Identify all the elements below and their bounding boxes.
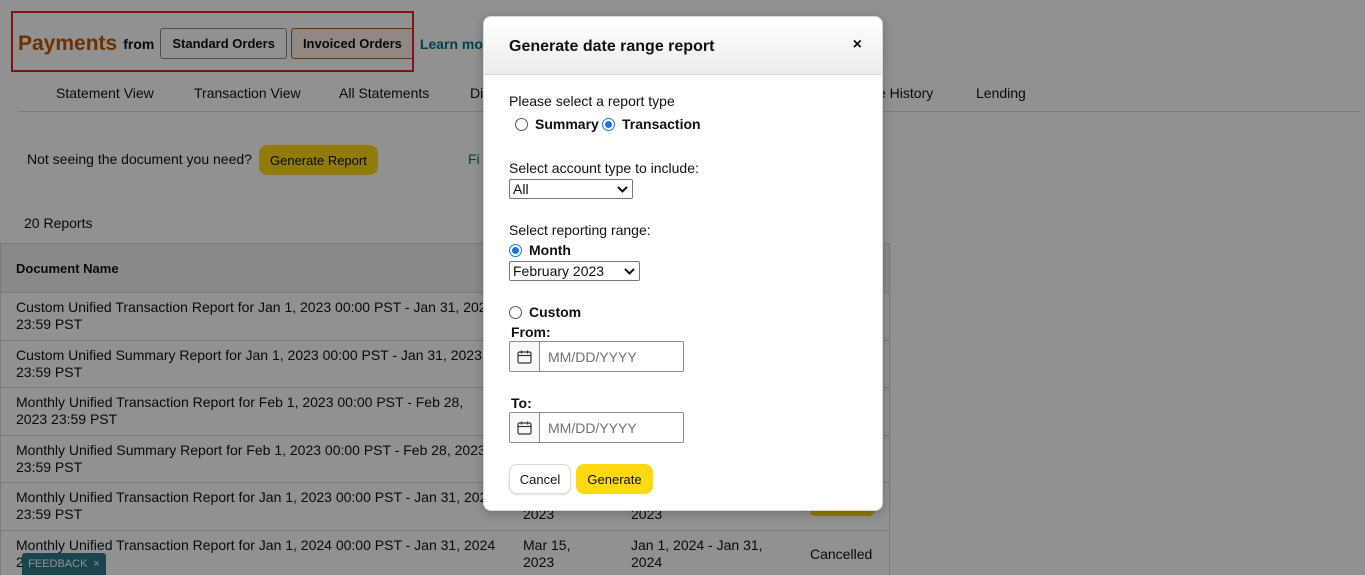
custom-radio-label[interactable]: Custom xyxy=(529,304,581,320)
generate-button[interactable]: Generate xyxy=(576,464,653,494)
cancel-button[interactable]: Cancel xyxy=(509,464,571,494)
from-date-placeholder: MM/DD/YYYY xyxy=(548,349,637,365)
from-label: From: xyxy=(511,324,551,340)
transaction-radio[interactable] xyxy=(602,118,615,131)
dialog-header: Generate date range report × xyxy=(484,17,882,75)
report-type-label: Please select a report type xyxy=(509,93,675,109)
custom-radio[interactable] xyxy=(509,306,522,319)
generate-report-dialog: Generate date range report × Please sele… xyxy=(483,16,883,511)
month-radio[interactable] xyxy=(509,244,522,257)
to-date-placeholder: MM/DD/YYYY xyxy=(548,420,637,436)
month-select[interactable]: February 2023 xyxy=(509,261,640,281)
chevron-down-icon xyxy=(624,268,635,275)
close-icon[interactable]: × xyxy=(853,36,862,54)
to-date-field[interactable]: MM/DD/YYYY xyxy=(509,412,684,443)
to-label: To: xyxy=(511,395,532,411)
month-radio-label[interactable]: Month xyxy=(529,242,571,258)
account-type-value: All xyxy=(513,181,529,197)
reporting-range-label: Select reporting range: xyxy=(509,222,651,238)
account-type-label: Select account type to include: xyxy=(509,160,699,176)
chevron-down-icon xyxy=(617,186,628,193)
summary-radio[interactable] xyxy=(515,118,528,131)
account-type-select[interactable]: All xyxy=(509,179,633,199)
calendar-icon[interactable] xyxy=(510,413,540,442)
summary-radio-label[interactable]: Summary xyxy=(535,116,599,132)
calendar-icon[interactable] xyxy=(510,342,540,371)
transaction-radio-label[interactable]: Transaction xyxy=(622,116,701,132)
dialog-title: Generate date range report xyxy=(509,38,715,55)
month-value: February 2023 xyxy=(513,263,605,279)
from-date-field[interactable]: MM/DD/YYYY xyxy=(509,341,684,372)
